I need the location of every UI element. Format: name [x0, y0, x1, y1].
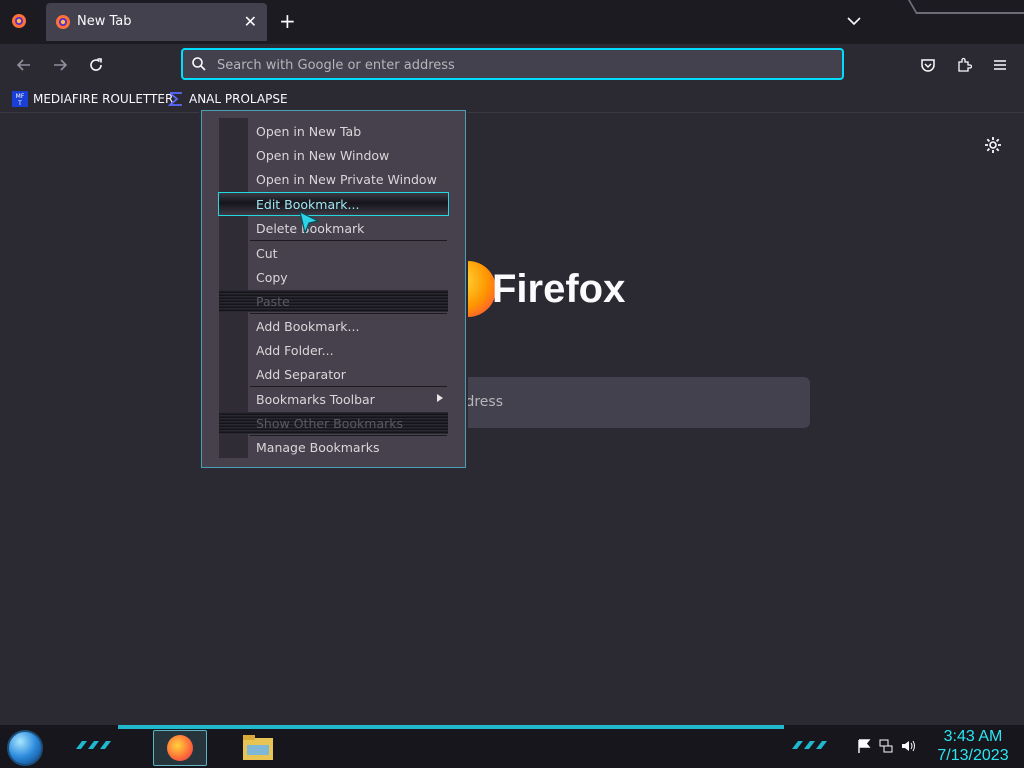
menu-separator	[250, 240, 447, 241]
menu-item-manage-bookmarks[interactable]: Manage Bookmarks	[219, 436, 448, 458]
window-frame-decoration	[907, 0, 1024, 14]
new-tab-page: Firefox ddress	[0, 113, 1024, 725]
menu-item-show-other-bookmarks: Show Other Bookmarks	[219, 412, 448, 434]
decor-chevrons-icon	[792, 741, 827, 749]
menu-separator	[250, 386, 447, 387]
bookmark-label: MEDIAFIRE ROULETTER	[33, 92, 174, 106]
menu-item-add-separator[interactable]: Add Separator	[219, 363, 448, 385]
search-icon	[192, 57, 206, 71]
mouse-cursor-icon	[299, 210, 320, 235]
menu-item-label: Add Folder...	[256, 343, 334, 358]
taskbar: 3:43 AM 7/13/2023	[0, 725, 1024, 768]
mediafire-favicon-icon: MFT	[12, 91, 28, 107]
hamburger-menu-icon	[994, 60, 1006, 70]
menu-separator	[250, 313, 447, 314]
menu-item-label: Add Bookmark...	[256, 319, 360, 334]
menu-item-cut[interactable]: Cut	[219, 242, 448, 264]
system-tray	[856, 738, 916, 754]
tab-strip: New Tab ✕ +	[0, 0, 1024, 44]
decor-chevrons-icon	[76, 741, 111, 749]
menu-item-label: Cut	[256, 246, 278, 261]
action-center-flag-icon[interactable]	[856, 738, 872, 754]
bookmark-anal-prolapse[interactable]: ANAL PROLAPSE	[168, 90, 288, 108]
menu-item-label: Show Other Bookmarks	[256, 416, 404, 431]
puzzle-piece-icon	[958, 57, 972, 72]
menu-item-label: Bookmarks Toolbar	[256, 392, 375, 407]
start-button[interactable]	[7, 730, 43, 766]
address-bar[interactable]	[181, 48, 844, 80]
bookmark-mediafire-rouletter[interactable]: MF T MEDIAFIRE ROULETTER	[12, 90, 173, 108]
new-tab-button[interactable]: +	[279, 9, 296, 33]
taskbar-glow-line	[118, 725, 784, 729]
menu-item-open-in-new-tab[interactable]: Open in New Tab	[219, 120, 448, 142]
menu-item-paste: Paste	[219, 290, 448, 312]
menu-item-delete-bookmark[interactable]: Delete Bookmark	[219, 217, 448, 239]
menu-item-open-in-private-window[interactable]: Open in New Private Window	[219, 168, 448, 190]
gear-icon[interactable]	[983, 135, 1003, 155]
navigation-toolbar	[0, 44, 1024, 86]
menu-button[interactable]	[990, 55, 1010, 75]
clock-date: 7/13/2023	[937, 747, 1009, 764]
tab-new-tab[interactable]: New Tab ✕	[46, 3, 267, 41]
svg-text:MF: MF	[16, 93, 25, 100]
pocket-icon	[921, 59, 935, 72]
chevron-down-icon[interactable]	[845, 12, 863, 30]
extensions-button[interactable]	[954, 55, 974, 75]
menu-item-add-folder[interactable]: Add Folder...	[219, 339, 448, 361]
back-arrow-icon	[16, 59, 30, 71]
menu-item-label: Manage Bookmarks	[256, 440, 380, 455]
back-button[interactable]	[14, 55, 34, 75]
sigma-favicon-icon	[168, 92, 182, 106]
system-clock[interactable]: 3:43 AM 7/13/2023	[932, 727, 1014, 765]
menu-item-label: Copy	[256, 270, 288, 285]
address-input[interactable]	[215, 53, 819, 77]
menu-item-copy[interactable]: Copy	[219, 266, 448, 288]
menu-item-edit-bookmark[interactable]: Edit Bookmark...	[218, 192, 449, 216]
reload-icon	[90, 58, 102, 71]
firefox-icon	[167, 735, 193, 761]
menu-item-open-in-new-window[interactable]: Open in New Window	[219, 144, 448, 166]
bookmark-label: ANAL PROLAPSE	[189, 92, 288, 106]
network-icon[interactable]	[878, 738, 894, 754]
bookmark-context-menu: Open in New Tab Open in New Window Open …	[201, 110, 466, 468]
close-tab-icon[interactable]: ✕	[244, 12, 257, 31]
pocket-button[interactable]	[918, 55, 938, 75]
menu-item-label: Open in New Tab	[256, 124, 362, 139]
firefox-brand: Firefox	[440, 261, 625, 317]
svg-text:T: T	[17, 100, 22, 107]
file-explorer-folder-icon[interactable]	[242, 732, 274, 762]
menu-item-label: Open in New Window	[256, 148, 390, 163]
forward-arrow-icon	[54, 59, 68, 71]
reload-button[interactable]	[86, 55, 106, 75]
submenu-arrow-icon	[437, 394, 443, 402]
clock-time: 3:43 AM	[943, 728, 1003, 745]
firefox-icon	[56, 15, 70, 29]
menu-item-bookmarks-toolbar[interactable]: Bookmarks Toolbar	[219, 388, 448, 410]
bookmarks-toolbar: MF T MEDIAFIRE ROULETTER ANAL PROLAPSE	[0, 86, 1024, 113]
tab-title: New Tab	[77, 14, 132, 29]
forward-button[interactable]	[50, 55, 70, 75]
menu-item-label: Open in New Private Window	[256, 172, 437, 187]
taskbar-firefox-button[interactable]	[153, 730, 207, 766]
menu-item-add-bookmark[interactable]: Add Bookmark...	[219, 315, 448, 337]
firefox-icon[interactable]	[11, 13, 27, 29]
menu-item-label: Paste	[256, 294, 290, 309]
volume-icon[interactable]	[900, 738, 916, 754]
menu-item-label: Add Separator	[256, 367, 346, 382]
brand-wordmark: Firefox	[492, 266, 626, 311]
